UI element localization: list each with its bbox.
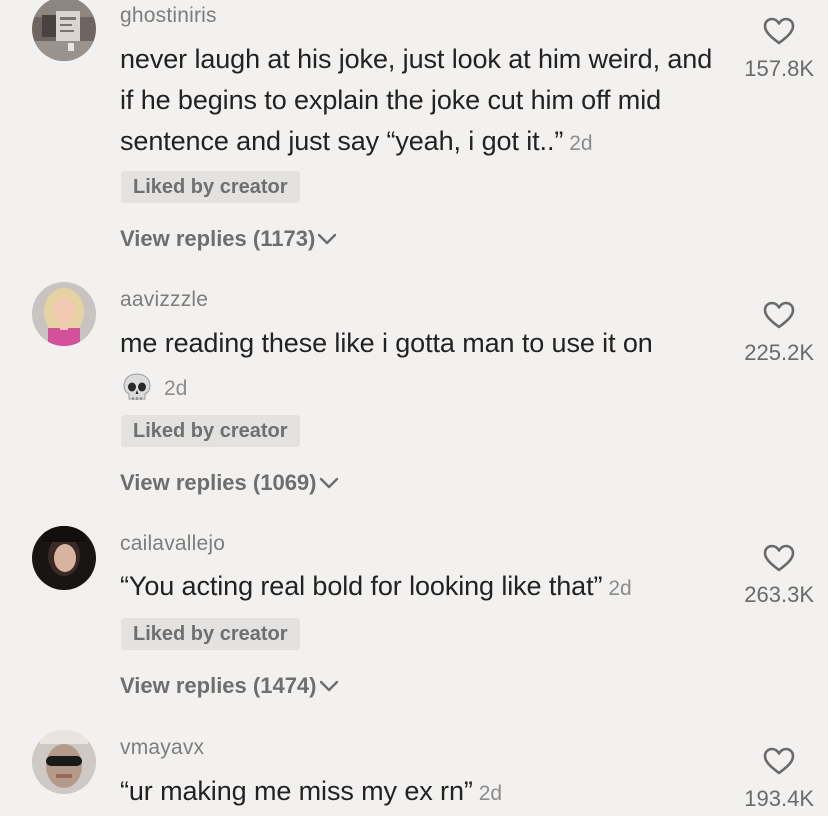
comment-age: 2d: [608, 577, 632, 600]
avatar[interactable]: [32, 282, 96, 346]
comment-body: never laugh at his joke, just look at hi…: [120, 44, 713, 156]
like-count: 225.2K: [744, 340, 814, 365]
comment-text: “You acting real bold for looking like t…: [120, 566, 725, 609]
heart-outline-icon[interactable]: [762, 16, 796, 46]
avatar[interactable]: [32, 526, 96, 590]
chevron-down-icon: [318, 233, 337, 245]
heart-outline-icon[interactable]: [762, 300, 796, 330]
comment-age: 2d: [164, 377, 188, 400]
comment-item: ghostiniris never laugh at his joke, jus…: [0, 0, 828, 270]
comment-item: vmayavx “ur making me miss my ex rn” 2d 1…: [0, 716, 828, 816]
comment-item: cailavallejo “You acting real bold for l…: [0, 510, 828, 710]
liked-by-creator-badge: Liked by creator: [121, 171, 300, 203]
comment-meta-line: 2d: [120, 366, 725, 409]
like-count: 157.8K: [744, 56, 814, 81]
comment-body: “You acting real bold for looking like t…: [120, 571, 603, 601]
view-replies-button[interactable]: View replies (1474): [120, 673, 339, 699]
like-count: 263.3K: [744, 582, 814, 607]
comment-text: never laugh at his joke, just look at hi…: [120, 39, 725, 164]
view-replies-button[interactable]: View replies (1173): [120, 226, 337, 252]
avatar[interactable]: [32, 0, 96, 61]
chevron-down-icon: [319, 477, 338, 489]
comment-age: 2d: [569, 132, 593, 155]
heart-outline-icon[interactable]: [762, 746, 796, 776]
comment-age: 2d: [478, 782, 502, 805]
view-replies-button[interactable]: View replies (1069): [120, 470, 339, 496]
username[interactable]: ghostiniris: [120, 4, 217, 28]
comment-item: aavizzzle me reading these like i gotta …: [0, 270, 828, 500]
username[interactable]: cailavallejo: [120, 532, 225, 556]
liked-by-creator-badge: Liked by creator: [121, 415, 300, 447]
view-replies-label: View replies (1474): [120, 673, 317, 698]
liked-by-creator-badge: Liked by creator: [121, 618, 300, 650]
comment-text: “ur making me miss my ex rn” 2d: [120, 771, 725, 814]
skull-emoji: [123, 373, 151, 400]
comment-text: me reading these like i gotta man to use…: [120, 323, 725, 364]
chevron-down-icon: [319, 680, 338, 692]
comment-body: “ur making me miss my ex rn”: [120, 776, 473, 806]
heart-outline-icon[interactable]: [762, 543, 796, 573]
comment-body: me reading these like i gotta man to use…: [120, 328, 653, 358]
username[interactable]: vmayavx: [120, 736, 204, 760]
username[interactable]: aavizzzle: [120, 288, 208, 312]
view-replies-label: View replies (1173): [120, 226, 316, 251]
avatar[interactable]: [32, 730, 96, 794]
like-count: 193.4K: [744, 786, 814, 811]
view-replies-label: View replies (1069): [120, 470, 317, 495]
